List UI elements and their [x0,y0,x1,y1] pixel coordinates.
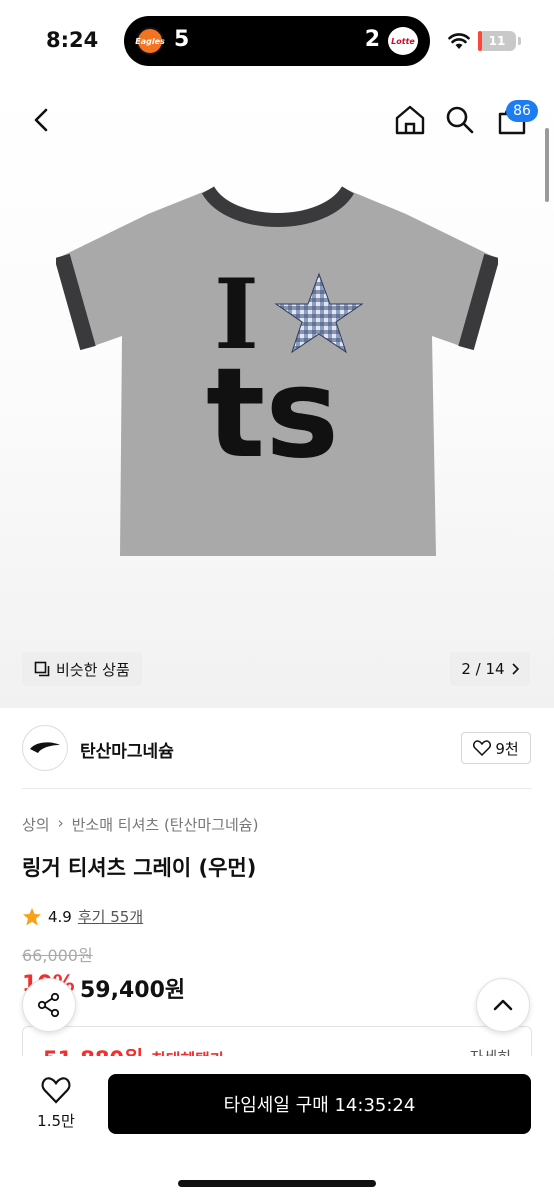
cart-count-badge: 86 [506,100,538,122]
divider [22,788,532,789]
product-title: 링거 티셔츠 그레이 (우먼) [22,856,257,880]
battery-fill [478,31,483,51]
brand-name[interactable]: 탄산마그네슘 [80,737,174,762]
original-price: 66,000원 [22,946,93,965]
breadcrumb: 상의 › 반소매 티셔츠 (탄산마그네슘) [22,814,258,835]
brand-like-button[interactable]: 9천 [461,732,531,764]
breadcrumb-item[interactable]: 반소매 티셔츠 (탄산마그네슘) [72,814,259,835]
breadcrumb-separator: › [57,814,64,832]
similar-products-label: 비슷한 상품 [56,660,130,679]
chevron-up-icon [493,999,513,1011]
similar-products-button[interactable]: 비슷한 상품 [22,652,142,686]
similar-icon [34,661,50,677]
bottom-purchase-bar: 1.5만 타임세일 구매 14:35:24 [0,1056,554,1200]
heart-icon [41,1077,71,1104]
status-time: 8:24 [46,28,99,52]
scrollbar-thumb[interactable] [545,128,549,202]
sale-price: 59,400원 [80,978,186,1003]
product-rating: 4.9 후기 55개 [22,906,143,927]
shirt-print-ts: ts [206,342,339,486]
buy-button[interactable]: 타임세일 구매 14:35:24 [108,1074,531,1134]
battery-level: 11 [488,34,506,48]
battery-indicator: 11 [478,31,516,51]
pager-text: 2 / 14 [461,660,505,678]
live-score-island[interactable]: Eagles 5 2 Lotte [124,16,430,66]
search-icon[interactable] [444,104,476,136]
rating-value: 4.9 [48,907,72,926]
status-bar: 8:24 Eagles 5 2 Lotte 11 [0,0,554,84]
score-right: 2 [364,27,380,52]
share-button[interactable] [22,978,76,1032]
share-icon [37,992,60,1018]
brand-logo-mark [30,742,60,753]
product-image-ringer-tshirt: I ts [56,185,498,556]
scroll-to-top-button[interactable] [476,978,530,1032]
wifi-icon [448,33,470,49]
brand-like-count: 9천 [495,739,519,758]
score-left: 5 [174,27,190,52]
back-chevron-icon[interactable] [28,104,56,136]
wishlist-count: 1.5만 [37,1112,75,1130]
team-logo-right: Lotte [388,27,418,55]
image-pager[interactable]: 2 / 14 [450,652,530,686]
reviews-link[interactable]: 후기 55개 [78,906,143,927]
home-icon[interactable] [392,102,428,138]
brand-logo[interactable] [22,725,68,771]
wishlist-button[interactable]: 1.5만 [28,1076,84,1131]
chevron-right-icon [512,663,519,675]
home-indicator[interactable] [178,1180,376,1187]
heart-icon [473,740,492,756]
star-icon [23,907,41,925]
team-logo-left: Eagles [135,27,165,55]
breadcrumb-item[interactable]: 상의 [22,814,50,835]
battery-tip [518,37,521,45]
